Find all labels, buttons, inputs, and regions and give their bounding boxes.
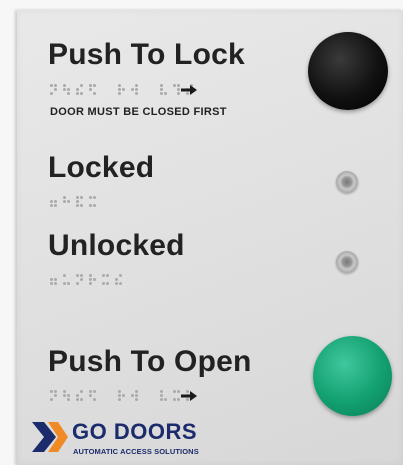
locked-label: Locked <box>48 151 155 184</box>
logo-name: GO DOORS <box>72 419 198 444</box>
arrow-right-icon <box>181 391 197 401</box>
door-closed-note: DOOR MUST BE CLOSED FIRST <box>50 106 227 118</box>
go-doors-chevron-icon <box>32 422 68 452</box>
arrow-right-icon <box>181 85 197 95</box>
braille-push-to-open <box>50 389 193 401</box>
braille-push-to-lock <box>50 83 193 95</box>
push-to-open-button[interactable] <box>313 336 392 416</box>
braille-unlocked <box>50 273 122 285</box>
push-to-lock-button[interactable] <box>308 32 388 110</box>
unlocked-indicator-light <box>336 251 358 273</box>
locked-indicator-light <box>336 171 358 193</box>
push-to-lock-label: Push To Lock <box>48 38 245 71</box>
go-doors-logo: GO DOORS AUTOMATIC ACCESS SOLUTIONS <box>30 416 206 462</box>
logo-tagline: AUTOMATIC ACCESS SOLUTIONS <box>73 447 199 456</box>
unlocked-label: Unlocked <box>48 229 185 262</box>
push-to-open-label: Push To Open <box>48 345 252 378</box>
braille-locked <box>50 195 96 207</box>
